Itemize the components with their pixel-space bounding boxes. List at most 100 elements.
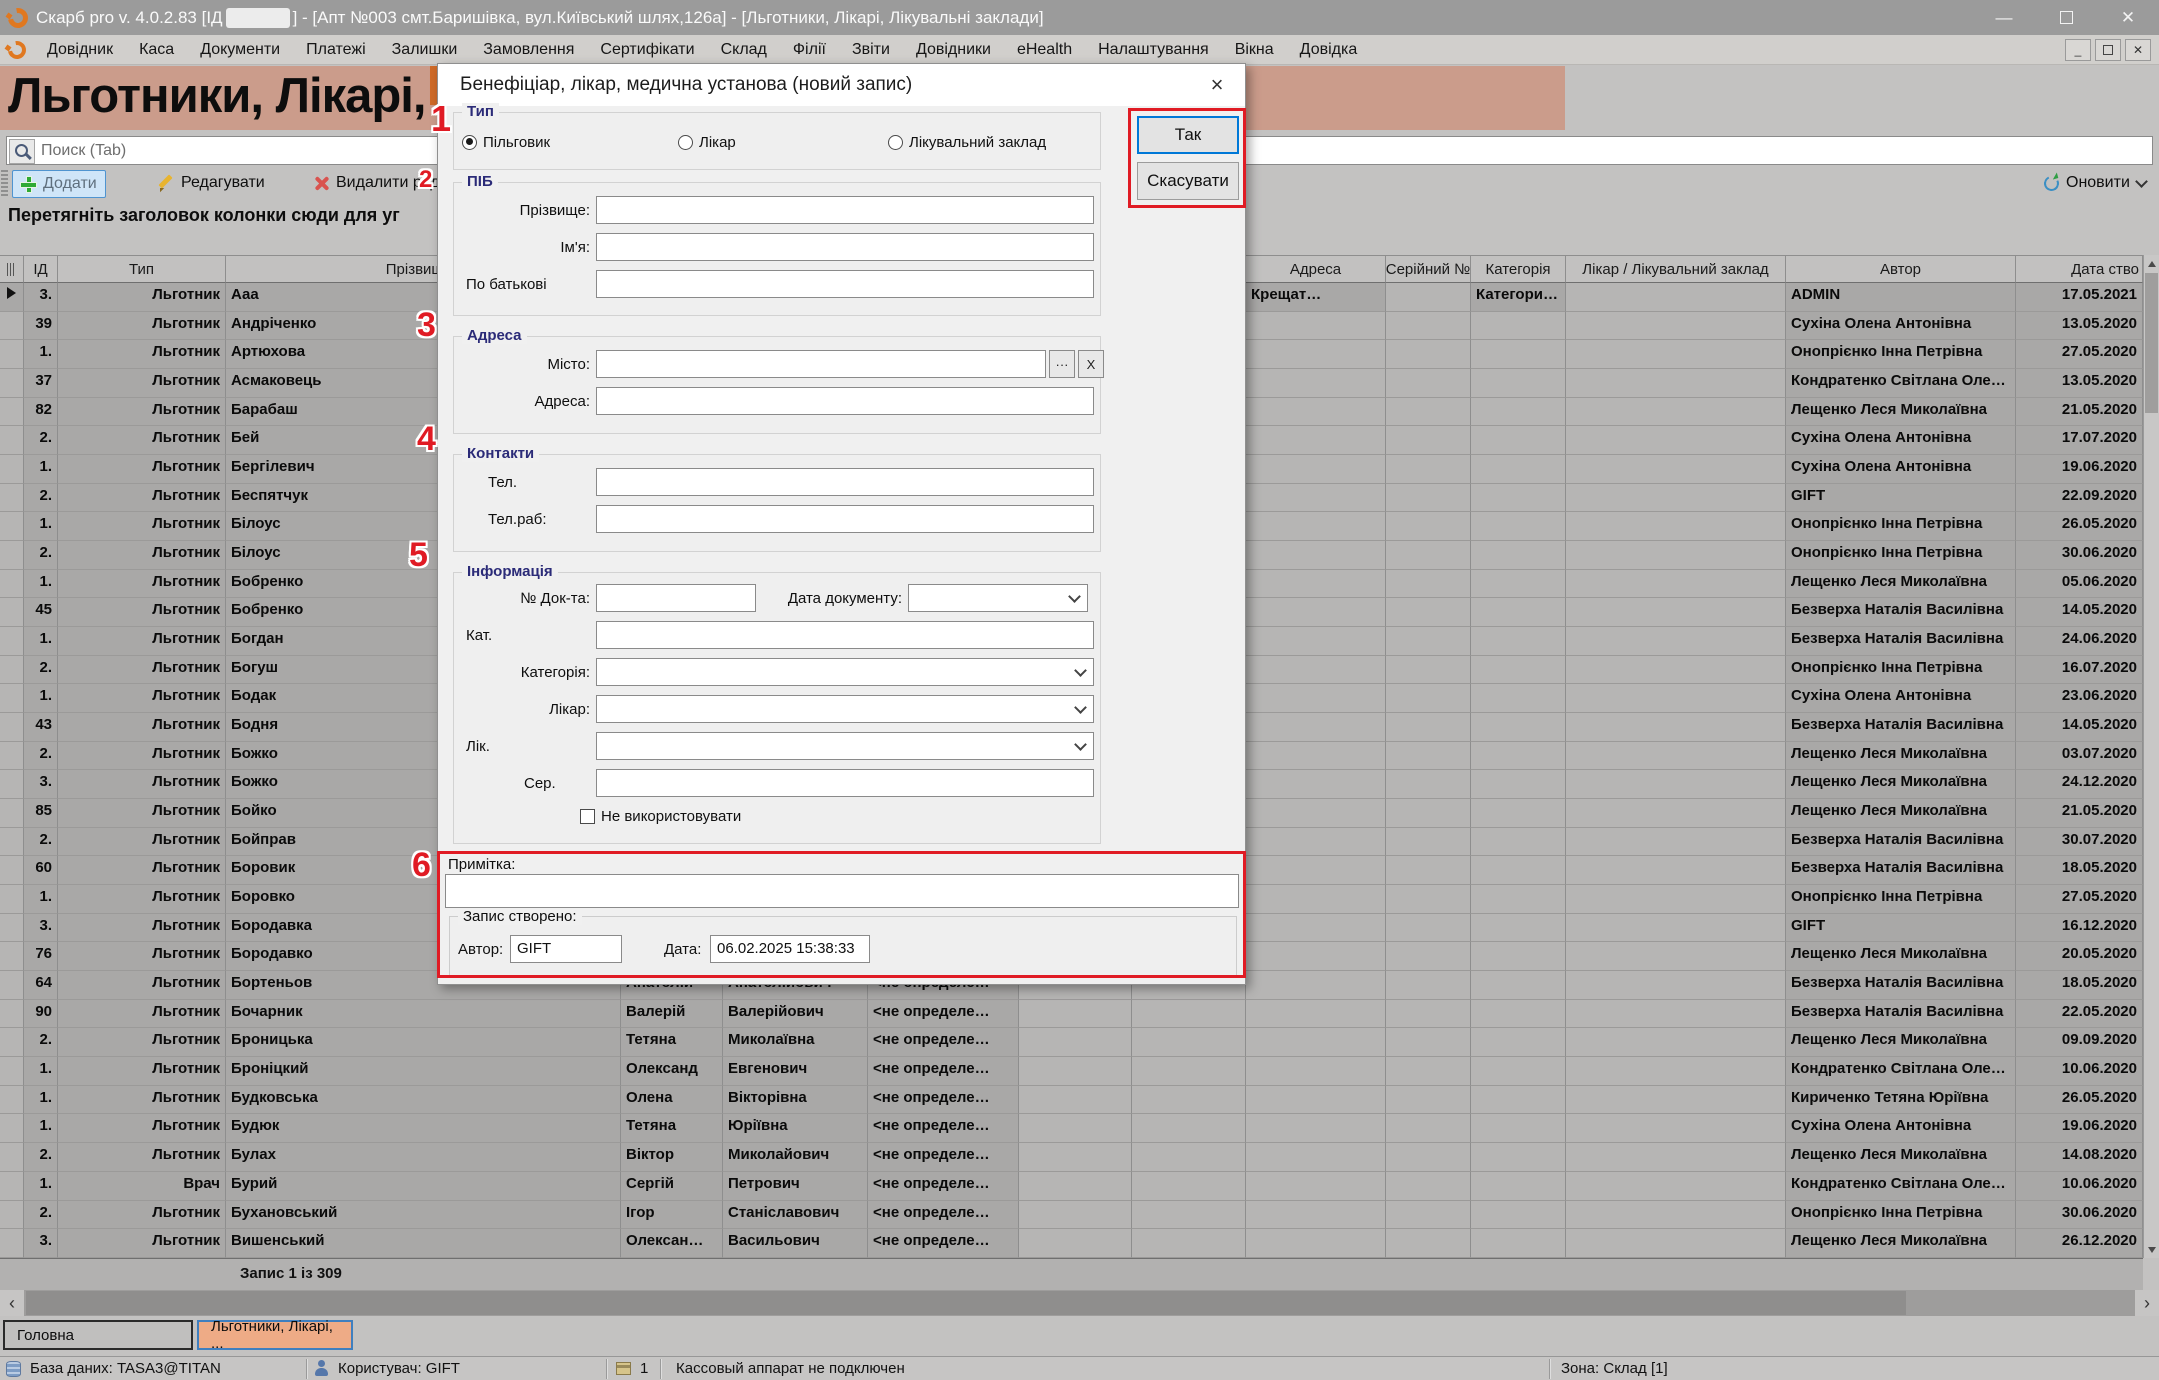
lik-combo[interactable] (596, 732, 1094, 760)
category-combo[interactable] (596, 658, 1094, 686)
city-browse-button[interactable]: ··· (1049, 350, 1075, 378)
table-cell (1471, 1028, 1566, 1057)
menu-item[interactable]: Вікна (1222, 41, 1287, 59)
menu-item[interactable]: Довідники (903, 41, 1004, 59)
table-cell: Лещенко Леся Миколаївна (1786, 1143, 2016, 1172)
table-cell (1386, 512, 1471, 541)
created-date-field[interactable]: 06.02.2025 15:38:33 (710, 935, 870, 963)
add-button[interactable]: Додати (12, 170, 106, 198)
column-header[interactable]: Лікар / Лікувальний заклад (1566, 255, 1786, 283)
ok-button[interactable]: Так (1137, 116, 1239, 154)
table-cell (1566, 312, 1786, 341)
menu-item[interactable]: eHealth (1004, 41, 1085, 59)
name-field[interactable] (596, 233, 1094, 261)
edit-button[interactable]: Редагувати (148, 170, 273, 196)
table-cell: Льготник (58, 799, 226, 828)
minimize-button[interactable]: — (1973, 0, 2035, 35)
menu-item[interactable]: Каса (126, 41, 187, 59)
address-field[interactable] (596, 387, 1094, 415)
scroll-right-button[interactable]: › (2135, 1290, 2159, 1316)
menu-item[interactable]: Довідка (1287, 41, 1371, 59)
column-header[interactable] (0, 255, 24, 283)
horizontal-scrollbar-thumb[interactable] (26, 1291, 1906, 1315)
tab-benefits-active[interactable]: Льготники, Лікарі, ... (197, 1320, 353, 1350)
menu-item[interactable]: Довідник (34, 41, 126, 59)
table-cell (1246, 484, 1386, 513)
table-row[interactable]: 2.ЛьготникБулахВікторМиколайович<не опре… (0, 1143, 2143, 1172)
table-cell (1132, 1114, 1246, 1143)
kat-field[interactable] (596, 621, 1094, 649)
cancel-button[interactable]: Скасувати (1137, 162, 1239, 200)
mdi-minimize-button[interactable]: _ (2065, 39, 2091, 61)
scroll-down-button[interactable] (2144, 1241, 2159, 1258)
table-row[interactable]: 1.ЛьготникБроніцкийОлександЕвгенович<не … (0, 1057, 2143, 1086)
column-header[interactable]: Дата ство (2016, 255, 2143, 283)
column-header[interactable]: Категорія (1471, 255, 1566, 283)
scroll-up-button[interactable] (2144, 255, 2159, 272)
surname-field[interactable] (596, 196, 1094, 224)
chevron-down-icon[interactable] (2135, 175, 2148, 188)
refresh-button[interactable]: Оновити (2036, 170, 2154, 196)
column-header[interactable]: Серійний № (1386, 255, 1471, 283)
search-icon-box[interactable] (9, 139, 35, 164)
author-field[interactable]: GIFT (510, 935, 622, 963)
city-label: Місто: (462, 356, 590, 373)
table-cell: Льготник (58, 1143, 226, 1172)
table-cell: Сухіна Олена Антонівна (1786, 1114, 2016, 1143)
mdi-close-button[interactable]: ✕ (2125, 39, 2151, 61)
column-header[interactable]: Адреса (1246, 255, 1386, 283)
doc-number-field[interactable] (596, 584, 756, 612)
telwork-field[interactable] (596, 505, 1094, 533)
table-cell (1132, 1086, 1246, 1115)
patronymic-field[interactable] (596, 270, 1094, 298)
vertical-scrollbar[interactable] (2143, 255, 2159, 1258)
restore-button[interactable] (2035, 0, 2097, 35)
ser-field[interactable] (596, 769, 1094, 797)
table-cell (1246, 598, 1386, 627)
column-header[interactable]: Тип (58, 255, 226, 283)
table-row[interactable]: 90ЛьготникБочарникВалерійВалерійович<не … (0, 1000, 2143, 1029)
dialog-close-button[interactable]: × (1203, 72, 1231, 98)
city-clear-button[interactable]: X (1078, 350, 1104, 378)
mdi-restore-button[interactable] (2095, 39, 2121, 61)
app-logo-icon-small (4, 37, 29, 62)
vertical-scrollbar-thumb[interactable] (2145, 273, 2158, 413)
menu-item[interactable]: Залишки (379, 41, 471, 59)
table-cell (1386, 598, 1471, 627)
table-row[interactable]: 3.ЛьготникВишенськийОлексан…Васильович<н… (0, 1229, 2143, 1258)
table-cell (1566, 656, 1786, 685)
menu-item[interactable]: Сертифікати (587, 41, 707, 59)
menu-item[interactable]: Філії (780, 41, 839, 59)
table-row[interactable]: 1.ЛьготникБудюкТетянаЮріївна<не определе… (0, 1114, 2143, 1143)
table-row[interactable]: 2.ЛьготникБухановськийІгорСтаніславович<… (0, 1201, 2143, 1230)
table-cell (1386, 770, 1471, 799)
tab-home[interactable]: Головна (3, 1320, 193, 1350)
radio-zaklad[interactable]: Лікувальний заклад (888, 134, 1046, 151)
scroll-left-button[interactable]: ‹ (0, 1290, 24, 1316)
menu-item[interactable]: Платежі (293, 41, 379, 59)
doc-date-combo[interactable] (908, 584, 1088, 612)
menu-item[interactable]: Документи (187, 41, 293, 59)
horizontal-scrollbar[interactable]: ‹ › (0, 1290, 2159, 1316)
radio-pilgovyk[interactable]: Пільговик (462, 134, 678, 151)
tel-field[interactable] (596, 468, 1094, 496)
tab-bar: Головна Льготники, Лікарі, ... (0, 1320, 2159, 1352)
menu-item[interactable]: Склад (708, 41, 780, 59)
table-row[interactable]: 2.ЛьготникБроницькаТетянаМиколаївна<не о… (0, 1028, 2143, 1057)
menu-item[interactable]: Звіти (839, 41, 903, 59)
checkbox-not-use[interactable] (580, 809, 595, 824)
column-header[interactable]: ІД (24, 255, 58, 283)
city-field[interactable] (596, 350, 1046, 378)
table-cell: Категори… (1471, 283, 1566, 312)
note-field[interactable] (445, 874, 1239, 908)
menu-item[interactable]: Налаштування (1085, 41, 1222, 59)
column-header[interactable]: Автор (1786, 255, 2016, 283)
doctor-combo[interactable] (596, 695, 1094, 723)
radio-likar[interactable]: Лікар (678, 134, 888, 151)
table-cell (0, 340, 24, 369)
table-row[interactable]: 1.ВрачБурийСергійПетрович<не определе…Ко… (0, 1172, 2143, 1201)
toolbar-grip[interactable] (1, 170, 8, 196)
table-row[interactable]: 1.ЛьготникБудковськаОленаВікторівна<не о… (0, 1086, 2143, 1115)
menu-item[interactable]: Замовлення (470, 41, 587, 59)
close-button[interactable]: ✕ (2097, 0, 2159, 35)
